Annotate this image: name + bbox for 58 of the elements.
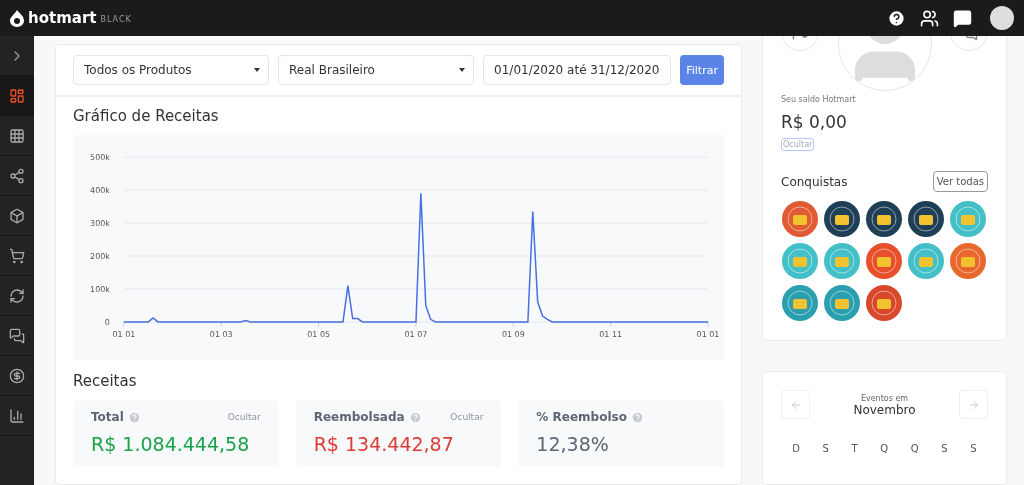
y-tick-label: 400k — [90, 186, 110, 196]
product-select[interactable]: Todos os Produtos — [73, 55, 270, 85]
y-tick-label: 500k — [90, 153, 110, 163]
month-title: Novembro — [852, 403, 917, 417]
currency-select[interactable]: Real Brasileiro — [278, 55, 475, 85]
y-tick-label: 200k — [90, 252, 110, 261]
weekday-label: S — [970, 443, 977, 454]
bar-chart-icon — [9, 407, 25, 424]
stat-label: Reembolsada — [313, 410, 405, 424]
dashboard-icon — [9, 87, 25, 104]
x-tick-label: 01 01 — [696, 329, 720, 339]
stat-label: % Reembolso — [536, 410, 627, 424]
network-icon — [9, 167, 25, 184]
sidebar-item[interactable] — [0, 76, 34, 116]
sync-icon — [9, 287, 25, 304]
balance-value: R$ 0,00 — [781, 112, 848, 132]
grid-icon — [9, 127, 25, 144]
group-icon[interactable] — [920, 8, 939, 28]
achievement-badge-icon[interactable] — [907, 200, 945, 238]
weekday-label: D — [792, 443, 800, 454]
achievement-badge-icon[interactable] — [865, 200, 903, 238]
logo-edition-label: BLACK — [100, 15, 132, 24]
x-tick-label: 01 09 — [501, 329, 525, 339]
x-tick-label: 01 03 — [209, 329, 233, 339]
weekday-label: Q — [910, 443, 919, 454]
stat-value: 12,38% — [536, 433, 610, 455]
x-tick-label: 01 11 — [599, 329, 623, 339]
events-caption: Eventos em — [859, 394, 910, 403]
y-tick-label: 300k — [90, 219, 110, 229]
help-icon[interactable] — [887, 8, 906, 28]
filter-button[interactable]: Filtrar — [680, 55, 724, 85]
arrow-right-icon — [967, 398, 980, 411]
cart-icon — [9, 247, 25, 264]
logo-text: hotmart — [28, 9, 97, 27]
user-avatar[interactable] — [990, 6, 1014, 30]
x-tick-label: 01 07 — [404, 329, 428, 339]
box-icon — [9, 207, 25, 224]
date-range-field[interactable]: 01/01/2020 até 31/12/2020 — [483, 55, 672, 85]
y-tick-label: 100k — [90, 284, 110, 294]
x-tick-label: 01 01 — [112, 329, 136, 339]
stat-value: R$ 1.084.444,58 — [91, 433, 251, 455]
weekday-label: Q — [880, 443, 889, 454]
stat-value: R$ 134.442,87 — [313, 433, 455, 455]
section-title: Receitas — [73, 372, 138, 390]
arrow-left-icon — [789, 398, 802, 411]
x-tick-label: 01 05 — [307, 329, 331, 339]
see-all-button[interactable]: Ver todas — [932, 171, 988, 192]
balance-label: Seu saldo Hotmart — [781, 95, 857, 104]
achievements-title: Conquistas — [781, 174, 848, 189]
flame-logo-icon — [10, 9, 24, 27]
weekday-label: T — [851, 443, 858, 454]
y-tick-label: 0 — [104, 317, 110, 327]
section-title: Gráfico de Receitas — [73, 107, 220, 125]
weekday-label: S — [822, 443, 829, 454]
weekday-label: S — [941, 443, 948, 454]
achievement-badge-icon[interactable] — [823, 200, 861, 238]
stat-label: Total — [91, 410, 124, 424]
dollar-icon — [9, 367, 25, 384]
